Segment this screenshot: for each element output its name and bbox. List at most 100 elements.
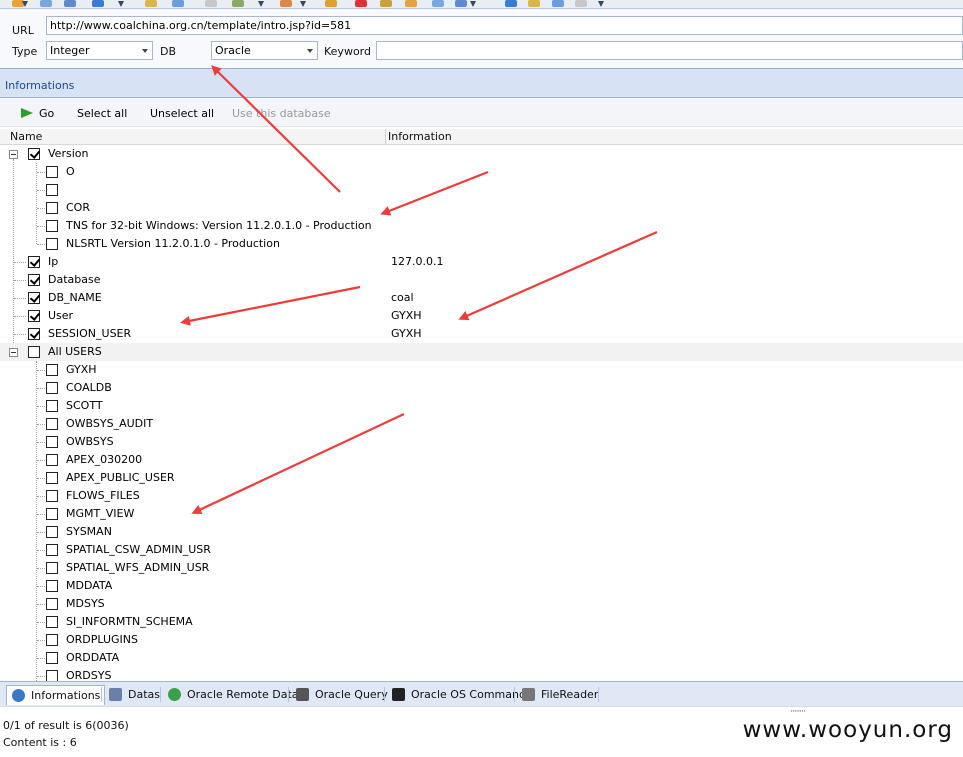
row-checkbox[interactable] bbox=[46, 598, 58, 610]
tree-row[interactable]: NLSRTL Version 11.2.0.1.0 - Production bbox=[0, 235, 963, 253]
column-header-name[interactable]: Name bbox=[10, 130, 42, 143]
tree-row[interactable]: Ip 127.0.0.1 bbox=[0, 253, 963, 271]
tab-datas[interactable]: Datas bbox=[104, 685, 164, 705]
toolbar-button-icon[interactable] bbox=[92, 0, 104, 7]
tree-row[interactable]: ORDSYS bbox=[0, 667, 963, 681]
toolbar-button-icon[interactable] bbox=[575, 0, 587, 7]
tree-row[interactable]: COALDB bbox=[0, 379, 963, 397]
tree-row[interactable]: SI_INFORMTN_SCHEMA bbox=[0, 613, 963, 631]
row-checkbox[interactable] bbox=[46, 562, 58, 574]
tree-row[interactable]: SESSION_USER GYXH bbox=[0, 325, 963, 343]
tree-row[interactable]: MDDATA bbox=[0, 577, 963, 595]
row-checkbox[interactable] bbox=[46, 436, 58, 448]
go-button[interactable]: Go bbox=[39, 107, 54, 120]
row-checkbox[interactable] bbox=[46, 508, 58, 520]
column-divider[interactable] bbox=[385, 129, 386, 144]
tab-informations[interactable]: Informations bbox=[6, 685, 106, 705]
tree-row[interactable]: ORDPLUGINS bbox=[0, 631, 963, 649]
tree-row[interactable]: COR bbox=[0, 199, 963, 217]
row-checkbox[interactable] bbox=[28, 256, 40, 268]
toolbar-button-icon[interactable] bbox=[40, 0, 52, 7]
toolbar-button-icon[interactable] bbox=[552, 0, 564, 7]
db-select[interactable]: Oracle bbox=[211, 41, 318, 60]
tab-oracle-query[interactable]: Oracle Query bbox=[291, 685, 392, 705]
tab-oracle-remote-data[interactable]: Oracle Remote Data bbox=[163, 685, 303, 705]
toolbar-button-icon[interactable] bbox=[172, 0, 184, 7]
tree-row[interactable]: SPATIAL_WFS_ADMIN_USR bbox=[0, 559, 963, 577]
row-checkbox[interactable] bbox=[46, 238, 58, 250]
row-checkbox[interactable] bbox=[28, 148, 40, 160]
row-checkbox[interactable] bbox=[46, 166, 58, 178]
row-checkbox[interactable] bbox=[46, 526, 58, 538]
row-checkbox[interactable] bbox=[46, 382, 58, 394]
tree-row[interactable]: TNS for 32-bit Windows: Version 11.2.0.1… bbox=[0, 217, 963, 235]
row-checkbox[interactable] bbox=[46, 454, 58, 466]
tree-row[interactable]: OWBSYS_AUDIT bbox=[0, 415, 963, 433]
tree-row[interactable]: Version bbox=[0, 145, 963, 163]
toolbar-button-icon[interactable] bbox=[528, 0, 540, 7]
tree-row[interactable]: APEX_PUBLIC_USER bbox=[0, 469, 963, 487]
tree-row[interactable]: MGMT_VIEW bbox=[0, 505, 963, 523]
chevron-down-icon[interactable] bbox=[118, 1, 124, 7]
row-checkbox[interactable] bbox=[46, 652, 58, 664]
toolbar-button-icon[interactable] bbox=[432, 0, 444, 7]
tree-row[interactable]: All USERS bbox=[0, 343, 963, 361]
row-checkbox[interactable] bbox=[46, 490, 58, 502]
toolbar-button-icon[interactable] bbox=[355, 0, 367, 7]
row-checkbox[interactable] bbox=[46, 616, 58, 628]
chevron-down-icon[interactable] bbox=[300, 1, 306, 7]
play-icon[interactable] bbox=[21, 108, 33, 118]
tree-row[interactable]: ORDDATA bbox=[0, 649, 963, 667]
collapse-icon[interactable] bbox=[9, 348, 18, 357]
tree-row[interactable]: GYXH bbox=[0, 361, 963, 379]
tree-row[interactable]: APEX_030200 bbox=[0, 451, 963, 469]
row-checkbox[interactable] bbox=[46, 544, 58, 556]
tree-row[interactable]: Database bbox=[0, 271, 963, 289]
tree-row[interactable]: O bbox=[0, 163, 963, 181]
toolbar-button-icon[interactable] bbox=[505, 0, 517, 7]
chevron-down-icon[interactable] bbox=[598, 1, 604, 7]
tab-filereader[interactable]: FileReader bbox=[517, 685, 602, 705]
tree-row[interactable]: FLOWS_FILES bbox=[0, 487, 963, 505]
toolbar-button-icon[interactable] bbox=[380, 0, 392, 7]
toolbar-button-icon[interactable] bbox=[205, 0, 217, 7]
toolbar-button-icon[interactable] bbox=[232, 0, 244, 7]
row-checkbox[interactable] bbox=[46, 184, 58, 196]
collapse-icon[interactable] bbox=[9, 150, 18, 159]
row-checkbox[interactable] bbox=[46, 580, 58, 592]
chevron-down-icon[interactable] bbox=[470, 1, 476, 7]
row-checkbox[interactable] bbox=[46, 364, 58, 376]
row-checkbox[interactable] bbox=[28, 274, 40, 286]
row-checkbox[interactable] bbox=[28, 346, 40, 358]
column-header-information[interactable]: Information bbox=[388, 130, 452, 143]
row-checkbox[interactable] bbox=[46, 634, 58, 646]
row-checkbox[interactable] bbox=[28, 310, 40, 322]
toolbar-button-icon[interactable] bbox=[64, 0, 76, 7]
unselect-all-button[interactable]: Unselect all bbox=[150, 107, 214, 120]
tree-row[interactable] bbox=[0, 181, 963, 199]
toolbar-button-icon[interactable] bbox=[455, 0, 467, 7]
tab-oracle-os-command[interactable]: Oracle OS Command bbox=[387, 685, 530, 705]
toolbar-button-icon[interactable] bbox=[145, 0, 157, 7]
use-database-button[interactable]: Use this database bbox=[232, 107, 331, 120]
toolbar-button-icon[interactable] bbox=[325, 0, 337, 7]
row-checkbox[interactable] bbox=[46, 400, 58, 412]
row-checkbox[interactable] bbox=[28, 292, 40, 304]
toolbar-button-icon[interactable] bbox=[405, 0, 417, 7]
tree-row[interactable]: OWBSYS bbox=[0, 433, 963, 451]
row-checkbox[interactable] bbox=[46, 202, 58, 214]
tree-row[interactable]: DB_NAME coal bbox=[0, 289, 963, 307]
type-select[interactable]: Integer bbox=[46, 41, 153, 60]
row-checkbox[interactable] bbox=[46, 220, 58, 232]
select-all-button[interactable]: Select all bbox=[77, 107, 127, 120]
chevron-down-icon[interactable] bbox=[258, 1, 264, 7]
keyword-input[interactable] bbox=[376, 41, 963, 60]
url-input[interactable]: http://www.coalchina.org.cn/template/int… bbox=[46, 16, 963, 35]
tree-row[interactable]: SCOTT bbox=[0, 397, 963, 415]
tree-row[interactable]: SPATIAL_CSW_ADMIN_USR bbox=[0, 541, 963, 559]
tree-row[interactable]: SYSMAN bbox=[0, 523, 963, 541]
row-checkbox[interactable] bbox=[46, 418, 58, 430]
row-checkbox[interactable] bbox=[46, 670, 58, 681]
row-checkbox[interactable] bbox=[46, 472, 58, 484]
tree-row[interactable]: MDSYS bbox=[0, 595, 963, 613]
